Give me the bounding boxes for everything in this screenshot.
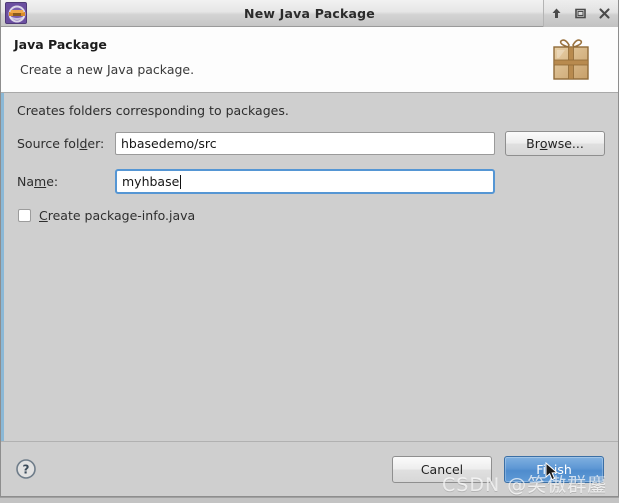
- source-folder-row: Source folder: hbasedemo/src Br o wse...: [17, 131, 605, 156]
- maximize-icon[interactable]: [568, 1, 592, 26]
- source-folder-value: hbasedemo/src: [121, 136, 217, 151]
- source-folder-label: Source folder:: [17, 136, 115, 151]
- desktop-background-strip: [0, 497, 619, 503]
- eclipse-java-icon: [5, 2, 27, 24]
- close-icon[interactable]: [592, 1, 616, 26]
- create-package-info-mnemonic: C: [39, 208, 48, 223]
- question-mark-icon[interactable]: ?: [15, 458, 37, 480]
- browse-label-mnemonic: o: [539, 136, 548, 151]
- name-label-post: e:: [46, 174, 59, 189]
- wizard-body: Creates folders corresponding to package…: [1, 93, 618, 441]
- create-package-info-label: Create package-info.java: [39, 208, 195, 223]
- text-caret: [180, 174, 182, 189]
- new-java-package-dialog: New Java Package Java Package Create a n…: [0, 0, 619, 497]
- browse-button[interactable]: Br o wse...: [505, 131, 605, 156]
- name-label-mnemonic: m: [34, 174, 47, 189]
- name-label: Name:: [17, 174, 115, 189]
- dialog-footer: ? Cancel Finish: [1, 441, 618, 496]
- browse-label-post: wse...: [547, 136, 584, 151]
- window-title: New Java Package: [244, 5, 375, 21]
- package-gift-box-icon: [544, 33, 604, 91]
- create-package-info-text: reate package-info.java: [47, 208, 196, 223]
- page-title: Java Package: [14, 37, 107, 52]
- arrow-up-icon[interactable]: [544, 1, 568, 26]
- create-package-info-row[interactable]: Create package-info.java: [18, 208, 605, 223]
- create-package-info-checkbox[interactable]: [18, 209, 31, 222]
- page-description: Create a new Java package.: [20, 62, 195, 77]
- name-value: myhbase: [122, 174, 180, 189]
- left-accent-bar: [1, 93, 4, 441]
- source-folder-label-pre: Source fol: [17, 136, 80, 151]
- source-folder-label-post: er:: [87, 136, 105, 151]
- cancel-button[interactable]: Cancel: [392, 455, 492, 483]
- source-folder-input[interactable]: hbasedemo/src: [115, 132, 495, 155]
- name-label-pre: Na: [17, 174, 35, 189]
- name-row: Name: myhbase: [17, 169, 605, 194]
- name-input[interactable]: myhbase: [115, 169, 495, 194]
- window-controls: [543, 0, 618, 27]
- browse-label-pre: Br: [526, 136, 540, 151]
- body-note: Creates folders corresponding to package…: [17, 103, 289, 118]
- title-bar[interactable]: New Java Package: [1, 0, 618, 27]
- svg-text:?: ?: [23, 463, 30, 477]
- wizard-header: Java Package Create a new Java package.: [1, 27, 618, 93]
- finish-button[interactable]: Finish: [504, 455, 604, 483]
